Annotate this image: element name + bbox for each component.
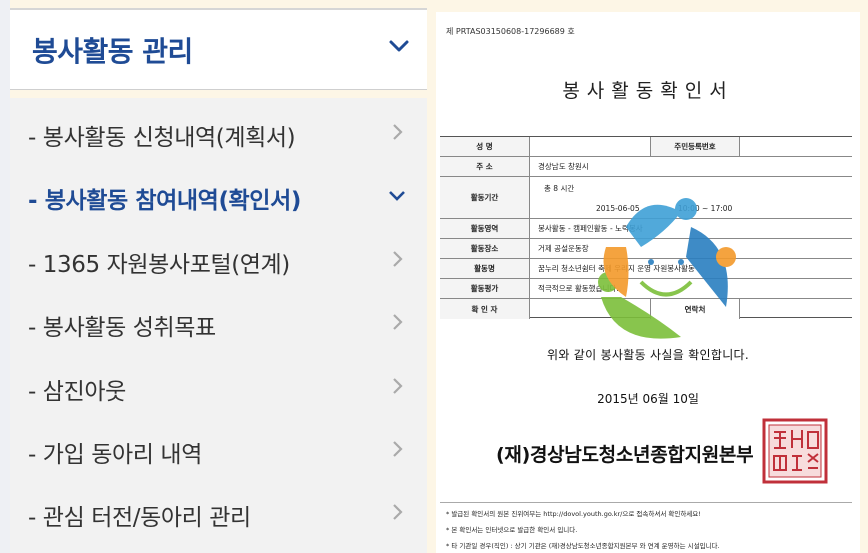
chevron-down-icon xyxy=(389,191,405,201)
place-label: 활동장소 xyxy=(440,239,530,258)
rrn-label: 주민등록번호 xyxy=(650,137,740,156)
confirm-statement: 위와 같이 봉사활동 사실을 확인합니다. xyxy=(546,348,749,362)
note-affiliate: * 타 기관일 경우(직인) : 상기 기관은 (재)경상남도청소년종합지원본부… xyxy=(446,540,720,550)
table-row: 성 명 주민등록번호 xyxy=(440,137,852,157)
chevron-right-icon xyxy=(393,251,403,267)
submenu-item-label: - 봉사활동 참여내역(확인서) xyxy=(28,188,301,214)
submenu-item-joined-clubs[interactable]: - 가입 동아리 내역 xyxy=(10,425,427,475)
name-label: 성 명 xyxy=(440,137,530,156)
period-label: 활동기간 xyxy=(440,177,530,218)
chevron-right-icon xyxy=(393,441,403,457)
volunteer-certificate: 제 PRTAS03150608-17296689 호 봉사활동확인서 성 명 주… xyxy=(436,12,860,553)
sidebar-edge xyxy=(0,0,10,553)
submenu-item-label: - 1365 자원봉사포털(연계) xyxy=(28,252,290,278)
footer-divider xyxy=(440,502,852,503)
submenu-item-application-history[interactable]: - 봉사활동 신청내역(계획서) xyxy=(10,108,427,158)
submenu-item-1365-portal[interactable]: - 1365 자원봉사포털(연계) xyxy=(10,235,427,285)
submenu-item-label: - 가입 동아리 내역 xyxy=(28,442,202,468)
activity-label: 활동명 xyxy=(440,259,530,278)
period-total: 총 8 시간 xyxy=(544,183,575,193)
official-seal-icon xyxy=(762,418,828,484)
submenu-item-label: - 봉사활동 신청내역(계획서) xyxy=(28,125,296,151)
submenu-item-label: - 삼진아웃 xyxy=(28,379,126,405)
note-internet: * 본 확인서는 인터넷으로 발급한 확인서 입니다. xyxy=(446,524,577,534)
address-label: 주 소 xyxy=(440,157,530,176)
note-text: * 타 기관일 경우(직인) : 상기 기관은 (재)경상남도청소년종합지원본부… xyxy=(446,542,720,550)
chevron-right-icon xyxy=(393,378,403,394)
submenu-item-participation-history[interactable]: - 봉사활동 참여내역(확인서) xyxy=(10,171,427,221)
issue-date: 2015년 06월 10일 xyxy=(597,392,699,406)
chevron-right-icon xyxy=(393,314,403,330)
menu-header[interactable]: 봉사활동 관리 xyxy=(10,8,427,90)
place-value: 거제 공설운동장 xyxy=(538,244,589,253)
chevron-right-icon xyxy=(393,124,403,140)
issuer-name: (재)경상남도청소년종합지원본부 xyxy=(496,444,754,466)
certificate-title: 봉사활동확인서 xyxy=(562,80,734,102)
certificate-serial: 제 PRTAS03150608-17296689 호 xyxy=(446,27,575,36)
submenu-item-three-strikes[interactable]: - 삼진아웃 xyxy=(10,362,427,412)
submenu-item-label: - 봉사활동 성취목표 xyxy=(28,315,216,341)
chevron-right-icon xyxy=(393,504,403,520)
submenu-item-achievement-goal[interactable]: - 봉사활동 성취목표 xyxy=(10,298,427,348)
field-label: 활동영역 xyxy=(440,219,530,238)
menu-title: 봉사활동 관리 xyxy=(32,35,193,68)
volunteer-logo-icon xyxy=(598,198,736,339)
submenu-list: - 봉사활동 신청내역(계획서) - 봉사활동 참여내역(확인서) - 1365… xyxy=(10,98,427,553)
note-verify: * 발급된 확인서의 원본 진위여부는 http://dovol.youth.g… xyxy=(446,508,701,518)
submenu-item-label: - 관심 터전/동아리 관리 xyxy=(28,505,251,531)
address-value: 경상남도 창원시 xyxy=(538,162,589,171)
table-row: 주 소 경상남도 창원시 xyxy=(440,157,852,177)
note-text: * 본 확인서는 인터넷으로 발급한 확인서 입니다. xyxy=(446,526,578,534)
evaluation-label: 활동평가 xyxy=(440,279,530,298)
submenu-item-interest-clubs[interactable]: - 관심 터전/동아리 관리 xyxy=(10,488,427,538)
sidebar: 봉사활동 관리 - 봉사활동 신청내역(계획서) - 봉사활동 참여내역(확인서… xyxy=(0,0,432,553)
confirmer-label: 확 인 자 xyxy=(440,299,530,319)
note-text: * 발급된 확인서의 원본 진위여부는 http://dovol.youth.g… xyxy=(446,510,701,518)
chevron-down-icon[interactable] xyxy=(387,34,411,58)
